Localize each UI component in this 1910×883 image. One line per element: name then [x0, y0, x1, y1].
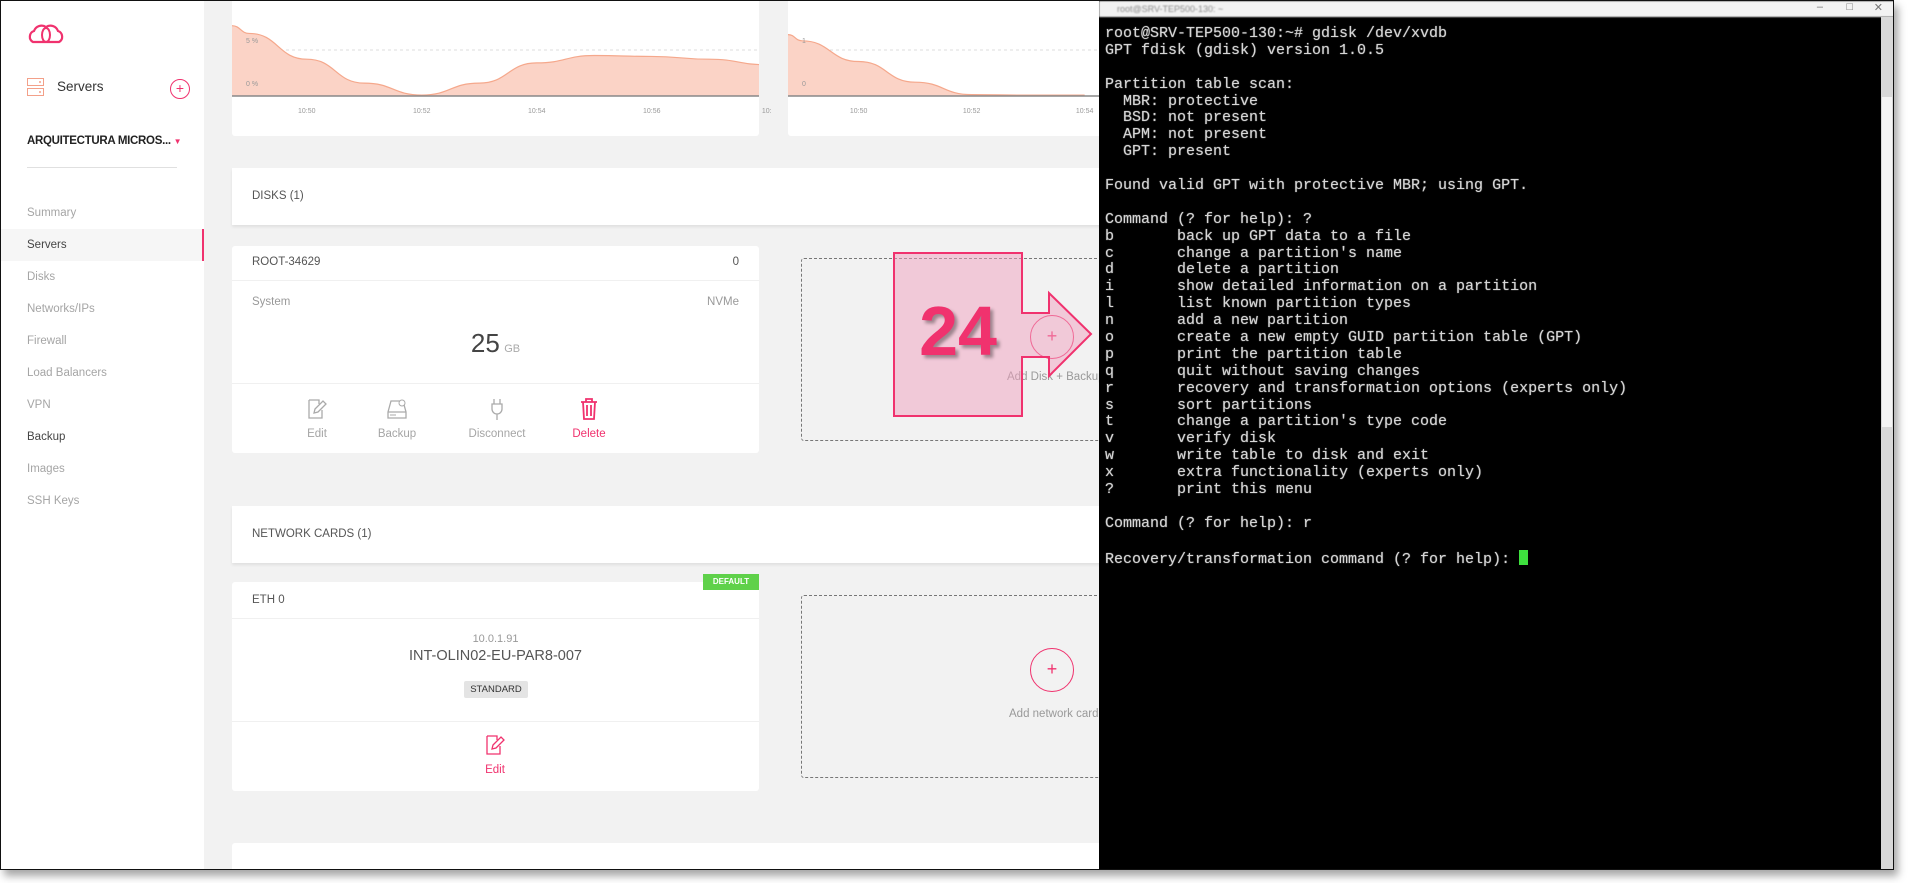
terminal-line-text: x extra functionality (experts only): [1105, 464, 1484, 482]
terminal-window[interactable]: root@SRV-TEP500-130: ~ – □ ✕ root@SRV-TE…: [1099, 1, 1893, 869]
terminal-line-text: q quit without saving changes: [1105, 362, 1421, 380]
close-button[interactable]: ✕: [1874, 1, 1883, 14]
terminal-line: Recovery/transformation command (? for h…: [1105, 549, 1627, 568]
terminal-line-text: Recovery/transformation command (? for h…: [1105, 550, 1520, 568]
terminal-line-text: Command (? for help): r: [1105, 514, 1313, 532]
terminal-line-text: ? print this menu: [1105, 481, 1313, 499]
terminal-line: c change a partition's name: [1105, 244, 1627, 263]
terminal-line-text: MBR: protective: [1105, 92, 1259, 110]
step-number: 24: [919, 292, 997, 370]
scrollbar-thumb[interactable]: [1882, 97, 1892, 427]
terminal-line: APM: not present: [1105, 126, 1627, 144]
terminal-line: GPT fdisk (gdisk) version 1.0.5: [1105, 41, 1627, 60]
step-annotation-arrow: [893, 252, 1093, 417]
terminal-line-text: c change a partition's name: [1105, 244, 1403, 262]
terminal-line-text: Command (? for help): ?: [1105, 210, 1313, 228]
terminal-line: v verify disk: [1105, 430, 1627, 448]
app-window: Servers + ARQUITECTURA MICROS... ▼ Summa…: [0, 0, 1894, 870]
maximize-button[interactable]: □: [1846, 1, 1853, 13]
terminal-line: s sort partitions: [1105, 396, 1627, 415]
terminal-line-text: APM: not present: [1105, 126, 1268, 144]
terminal-title-bar: root@SRV-TEP500-130: ~: [1099, 1, 1893, 17]
terminal-line: b back up GPT data to a file: [1105, 227, 1627, 246]
terminal-line: MBR: protective: [1105, 92, 1627, 111]
terminal-line: w write table to disk and exit: [1105, 447, 1627, 465]
terminal-line: BSD: not present: [1105, 110, 1627, 127]
terminal-line: x extra functionality (experts only): [1105, 464, 1627, 482]
terminal-line-text: GPT fdisk (gdisk) version 1.0.5: [1105, 41, 1385, 59]
terminal-line: root@SRV-TEP500-130:~# gdisk /dev/xvdb: [1105, 25, 1627, 43]
terminal-line-text: root@SRV-TEP500-130:~# gdisk /dev/xvdb: [1105, 25, 1448, 42]
terminal-line-text: GPT: present: [1105, 143, 1232, 161]
terminal-line-text: i show detailed information on a partiti…: [1105, 278, 1538, 296]
terminal-line-text: b back up GPT data to a file: [1105, 227, 1412, 245]
terminal-line-text: d delete a partition: [1105, 261, 1340, 279]
terminal-line-text: s sort partitions: [1105, 396, 1313, 414]
terminal-line-text: Partition table scan:: [1105, 75, 1295, 93]
terminal-line: Command (? for help): ?: [1105, 210, 1627, 229]
terminal-line: d delete a partition: [1105, 262, 1627, 279]
terminal-line: ? print this menu: [1105, 481, 1627, 499]
terminal-line-text: Found valid GPT with protective MBR; usi…: [1105, 177, 1529, 195]
terminal-line: p print the partition table: [1105, 345, 1627, 364]
terminal-line: Command (? for help): r: [1105, 514, 1627, 533]
minimize-button[interactable]: –: [1817, 1, 1823, 13]
terminal-line: o create a new empty GUID partition tabl…: [1105, 329, 1627, 347]
terminal-output: root@SRV-TEP500-130:~# gdisk /dev/xvdb GP…: [1105, 25, 1628, 568]
terminal-line: GPT: present: [1105, 143, 1627, 161]
terminal-line: i show detailed information on a partiti…: [1105, 278, 1627, 296]
terminal-line: Partition table scan:: [1105, 75, 1627, 94]
terminal-line-text: v verify disk: [1105, 430, 1277, 448]
terminal-title: root@SRV-TEP500-130: ~: [1117, 4, 1224, 14]
terminal-line: n add a new partition: [1105, 312, 1627, 330]
terminal-line: r recovery and transformation options (e…: [1105, 379, 1628, 398]
terminal-scrollbar[interactable]: [1881, 17, 1893, 869]
terminal-line-text: o create a new empty GUID partition tabl…: [1105, 329, 1583, 347]
terminal-line: q quit without saving changes: [1105, 362, 1627, 381]
terminal-line-text: BSD: not present: [1105, 109, 1268, 127]
terminal-line-text: l list known partition types: [1105, 295, 1412, 313]
terminal-line: Found valid GPT with protective MBR; usi…: [1105, 177, 1627, 195]
terminal-line-text: t change a partition's type code: [1105, 413, 1448, 431]
terminal-line: l list known partition types: [1105, 295, 1627, 313]
terminal-line-text: r recovery and transformation options (e…: [1105, 379, 1628, 397]
terminal-line-text: n add a new partition: [1105, 312, 1349, 330]
terminal-line-text: p print the partition table: [1105, 345, 1403, 363]
terminal-cursor: [1519, 549, 1529, 565]
terminal-line-text: w write table to disk and exit: [1105, 447, 1430, 465]
terminal-line: t change a partition's type code: [1105, 414, 1627, 431]
